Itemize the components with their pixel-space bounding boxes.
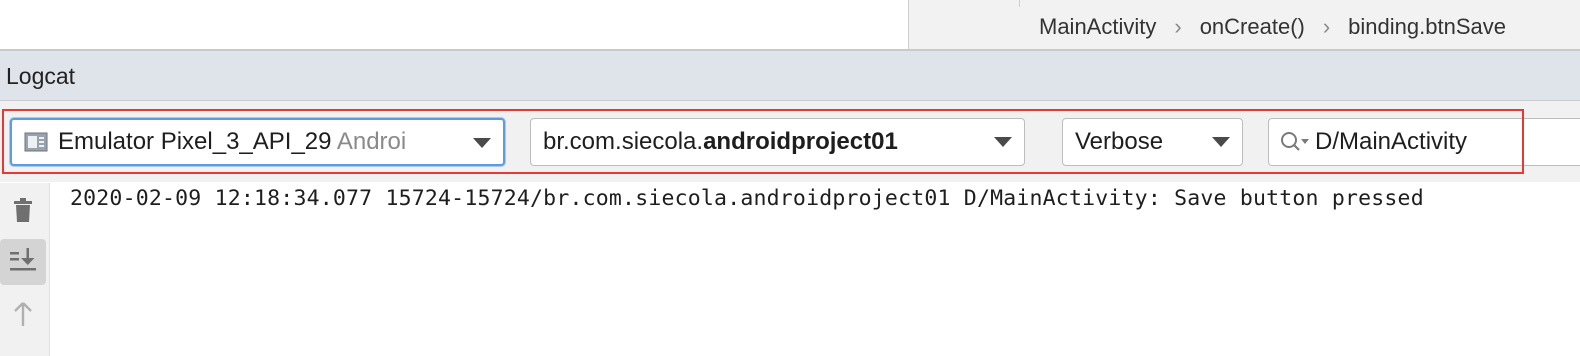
breadcrumb-item-mainactivity[interactable]: MainActivity — [1039, 14, 1156, 40]
editor-top: MainActivity › onCreate() › binding.btnS… — [0, 0, 1580, 51]
log-output[interactable]: 2020-02-09 12:18:34.077 15724-15724/br.c… — [50, 183, 1580, 356]
logcat-side-toolbar — [0, 183, 50, 356]
breadcrumb-item-oncreate[interactable]: onCreate() — [1200, 14, 1305, 40]
scroll-to-end-button[interactable] — [0, 239, 46, 285]
breadcrumb-separator: › — [1174, 14, 1182, 39]
logcat-titlebar: Logcat — [0, 51, 1580, 101]
trash-icon — [12, 196, 34, 229]
log-line: 2020-02-09 12:18:34.077 15724-15724/br.c… — [70, 186, 1424, 211]
highlight-box — [2, 109, 1524, 174]
logcat-title: Logcat — [6, 63, 76, 89]
up-arrow-icon — [11, 300, 35, 333]
clear-logcat-button[interactable] — [0, 189, 46, 235]
logcat-toolbar: Emulator Pixel_3_API_29 Androi br.com.si… — [0, 101, 1580, 182]
scroll-to-end-icon — [8, 246, 38, 279]
breadcrumb-separator: › — [1322, 14, 1331, 39]
breadcrumb: MainActivity › onCreate() › binding.btnS… — [908, 0, 1580, 50]
scroll-up-button[interactable] — [0, 293, 46, 339]
breadcrumb-item-binding[interactable]: binding.btnSave — [1348, 14, 1506, 40]
